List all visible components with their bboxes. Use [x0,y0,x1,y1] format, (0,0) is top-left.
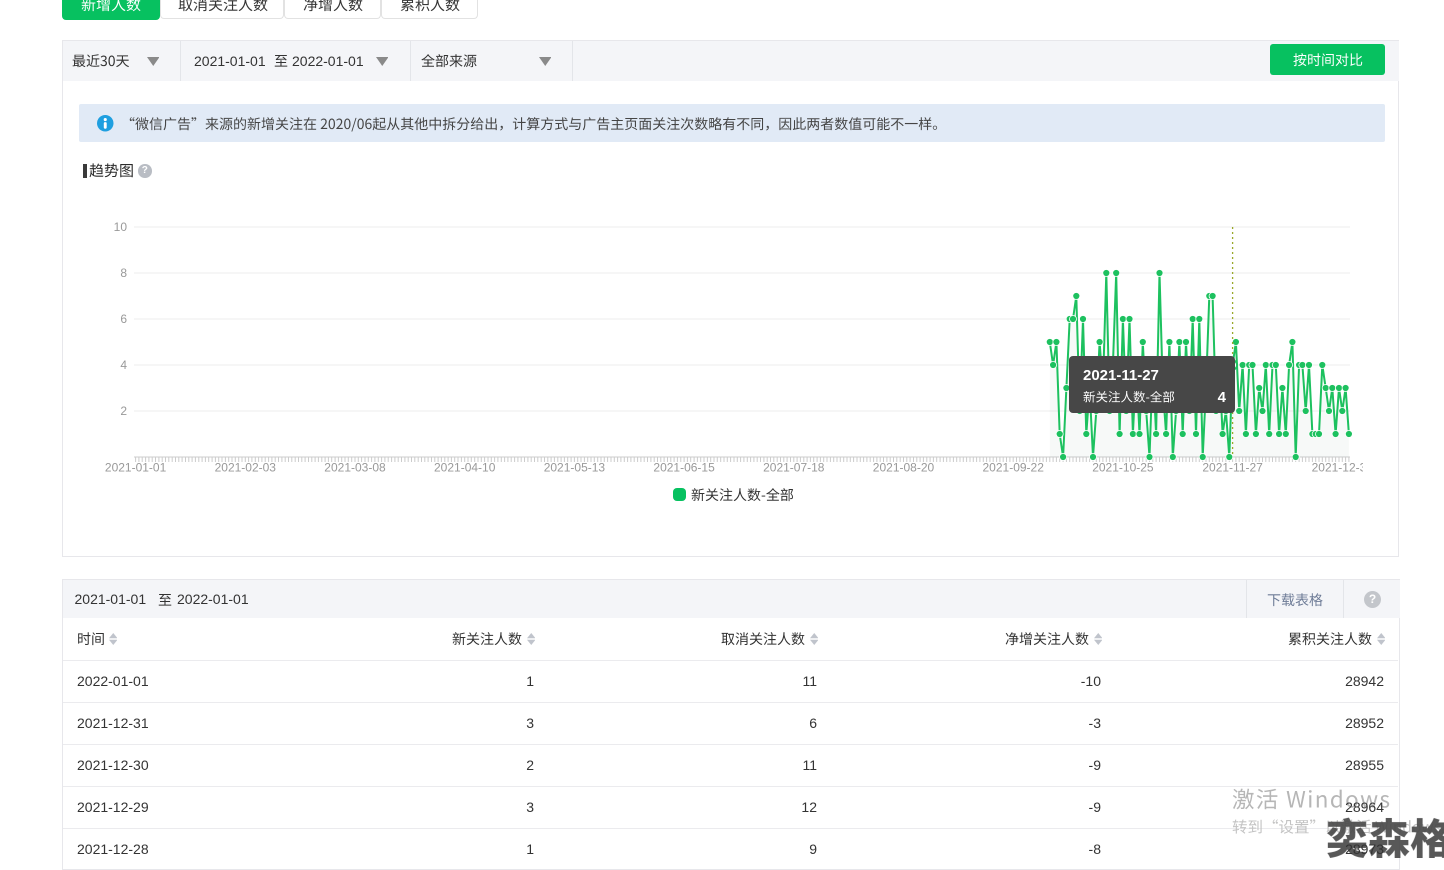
svg-text:2021-11-27: 2021-11-27 [1202,461,1263,475]
svg-text:2021-01-01: 2021-01-01 [105,461,167,475]
svg-text:2021-06-15: 2021-06-15 [653,461,715,475]
svg-text:2021-08-20: 2021-08-20 [873,461,935,475]
svg-text:2021-04-10: 2021-04-10 [434,461,496,475]
svg-text:2021-09-22: 2021-09-22 [983,461,1045,475]
svg-text:2021-03-08: 2021-03-08 [324,461,386,475]
svg-text:2021-10-25: 2021-10-25 [1092,461,1154,475]
svg-text:2021-02-03: 2021-02-03 [215,461,277,475]
svg-text:10: 10 [114,220,128,234]
svg-text:8: 8 [120,266,127,280]
svg-text:2: 2 [120,404,127,418]
svg-text:6: 6 [120,312,127,326]
svg-text:4: 4 [120,358,127,372]
svg-text:2021-05-13: 2021-05-13 [544,461,606,475]
svg-text:2021-07-18: 2021-07-18 [763,461,825,475]
svg-text:2021-12-30: 2021-12-30 [1312,461,1363,475]
